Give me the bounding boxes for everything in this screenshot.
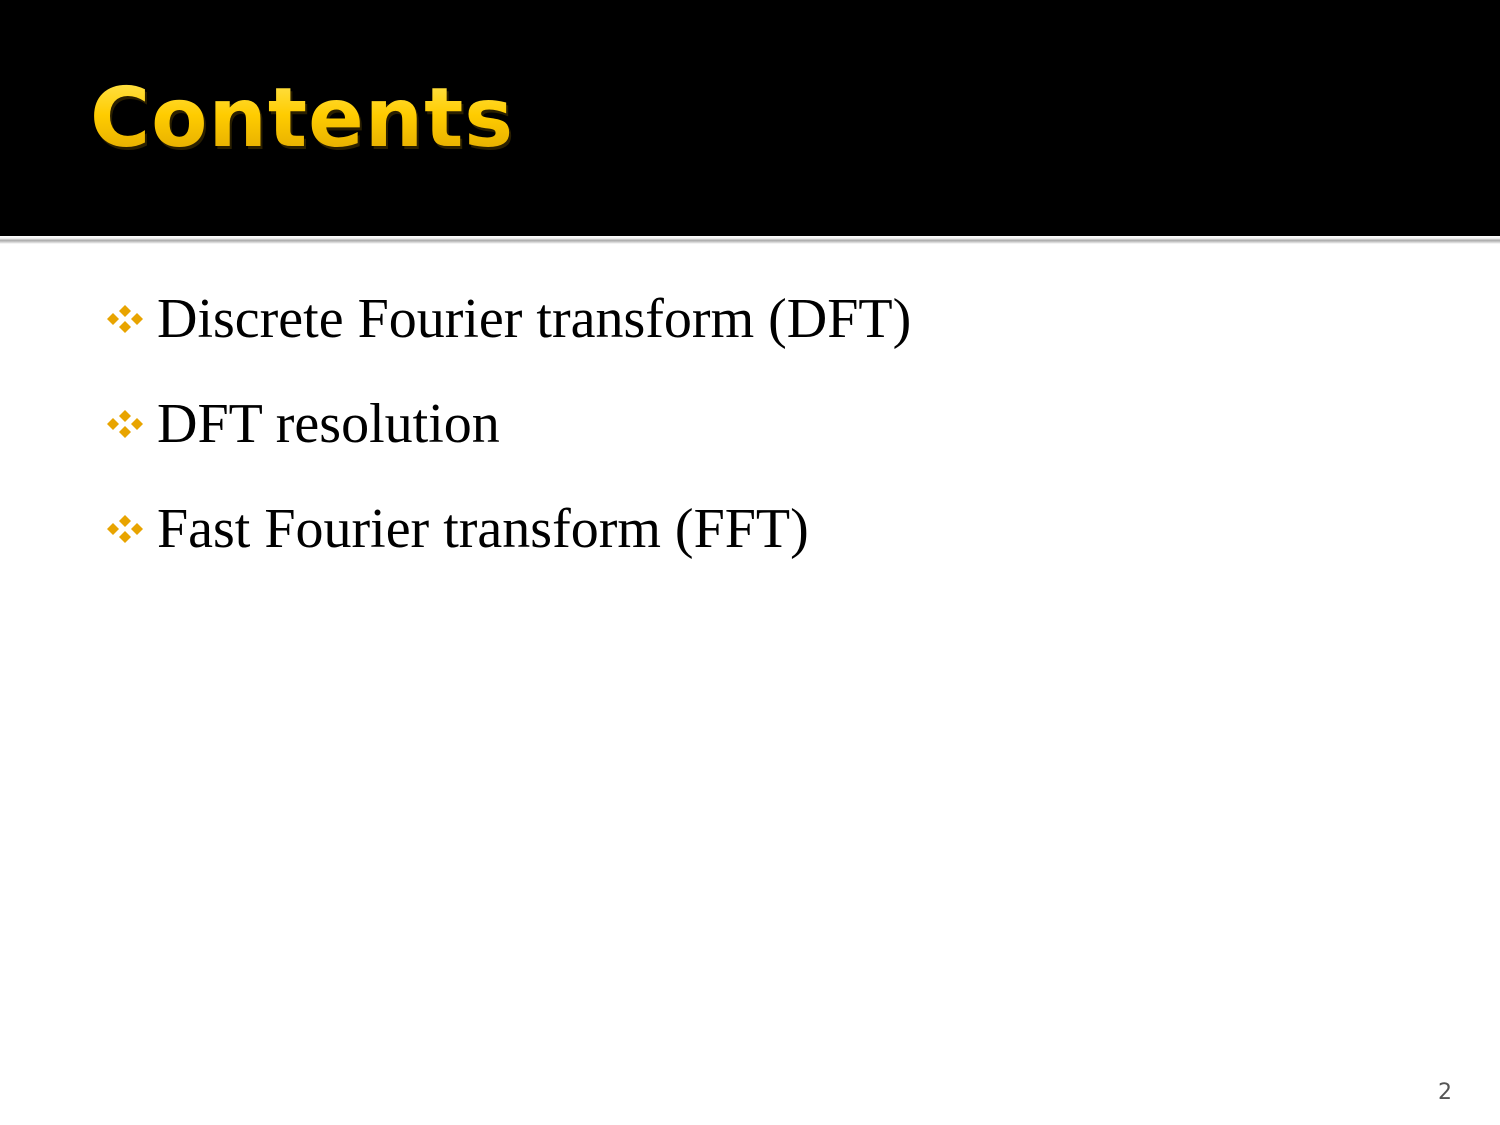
bullet-text: DFT resolution: [157, 393, 500, 455]
bullet-item: Fast Fourier transform (FFT): [105, 496, 1405, 562]
title-bar: Contents: [0, 0, 1500, 236]
slide-title: Contents: [90, 71, 515, 166]
diamond-bullet-icon: [107, 515, 143, 543]
bullet-list: Discrete Fourier transform (DFT) DFT res…: [105, 286, 1405, 601]
bullet-text: Fast Fourier transform (FFT): [157, 498, 809, 560]
bullet-text: Discrete Fourier transform (DFT): [157, 288, 912, 350]
diamond-bullet-icon: [107, 305, 143, 333]
bullet-item: DFT resolution: [105, 391, 1405, 457]
bullet-item: Discrete Fourier transform (DFT): [105, 286, 1405, 352]
title-divider: [0, 236, 1500, 244]
page-number: 2: [1438, 1080, 1452, 1105]
diamond-bullet-icon: [107, 410, 143, 438]
slide: Contents Discrete Fourier transform (DFT…: [0, 0, 1500, 1125]
